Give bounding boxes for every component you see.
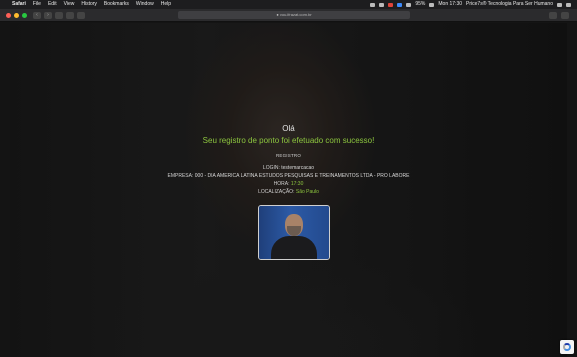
battery-percent[interactable]: 95%	[415, 0, 425, 9]
hora-label: HORA:	[273, 181, 290, 187]
control-center-icon[interactable]	[566, 2, 571, 7]
localizacao-value: São Paulo	[295, 189, 319, 195]
share-button[interactable]	[66, 11, 74, 19]
menu-help[interactable]: Help	[161, 0, 171, 9]
downloads-button[interactable]	[549, 12, 557, 19]
search-icon[interactable]	[557, 2, 562, 7]
tabs-overview-button[interactable]	[77, 11, 85, 19]
user-name[interactable]: Price7s® Tecnologia Para Ser Humano	[466, 0, 553, 9]
browser-toolbar: ‹ › ● vou.ifrazat.com.br	[0, 9, 577, 22]
photo-person-torso	[271, 236, 317, 259]
status-area: 95% Mon 17:30 Price7s® Tecnologia Para S…	[370, 0, 571, 9]
minimize-window-button[interactable]	[14, 12, 19, 18]
login-label: LOGIN:	[262, 165, 280, 171]
location-icon[interactable]	[370, 2, 376, 7]
sync-icon[interactable]	[397, 2, 403, 7]
localizacao-line: LOCALIZAÇÃO: São Paulo	[0, 188, 577, 196]
menu-edit[interactable]: Edit	[48, 0, 57, 9]
menu-bar: Safari File Edit View History Bookmarks …	[0, 0, 577, 9]
empresa-label: EMPRESA:	[167, 173, 194, 179]
hora-value: 17:30	[290, 181, 304, 187]
login-line: LOGIN: testemarcacao	[0, 164, 577, 172]
app-status-icon[interactable]	[388, 2, 394, 7]
back-button[interactable]: ‹	[33, 11, 41, 19]
greeting-text: Olá	[282, 124, 295, 133]
clock[interactable]: Mon 17:30	[438, 0, 462, 9]
empresa-value: 000 - DIA AMERICA LATINA ESTUDOS PESQUIS…	[194, 173, 410, 179]
forward-button[interactable]: ›	[44, 11, 52, 19]
localizacao-label: LOCALIZAÇÃO:	[258, 189, 295, 195]
toolbar-right-actions	[549, 12, 569, 19]
menu-view[interactable]: View	[64, 0, 75, 9]
recaptcha-icon	[563, 343, 571, 351]
empresa-line: EMPRESA: 000 - DIA AMERICA LATINA ESTUDO…	[0, 172, 577, 180]
menu-file[interactable]: File	[33, 0, 41, 9]
login-value: testemarcacao	[281, 165, 315, 171]
address-bar[interactable]: ● vou.ifrazat.com.br	[178, 11, 410, 19]
menu-bookmarks[interactable]: Bookmarks	[104, 0, 129, 9]
captured-photo	[258, 205, 330, 260]
close-window-button[interactable]	[6, 12, 11, 18]
wifi-icon[interactable]	[406, 2, 412, 7]
registration-confirmation: Olá Seu registro de ponto foi efetuado c…	[0, 124, 577, 196]
zoom-window-button[interactable]	[22, 12, 27, 18]
sidebar-button[interactable]	[55, 11, 63, 19]
menu-window[interactable]: Window	[136, 0, 154, 9]
battery-icon[interactable]	[429, 2, 435, 7]
new-tab-button[interactable]	[561, 12, 569, 19]
menu-app-safari[interactable]: Safari	[12, 0, 26, 9]
section-title: REGISTRO	[275, 153, 302, 158]
video-icon[interactable]	[379, 2, 385, 7]
recaptcha-badge[interactable]	[560, 340, 574, 354]
menu-history[interactable]: History	[81, 0, 97, 9]
hora-line: HORA: 17:30	[0, 180, 577, 188]
success-message: Seu registro de ponto foi efetuado com s…	[202, 136, 375, 145]
